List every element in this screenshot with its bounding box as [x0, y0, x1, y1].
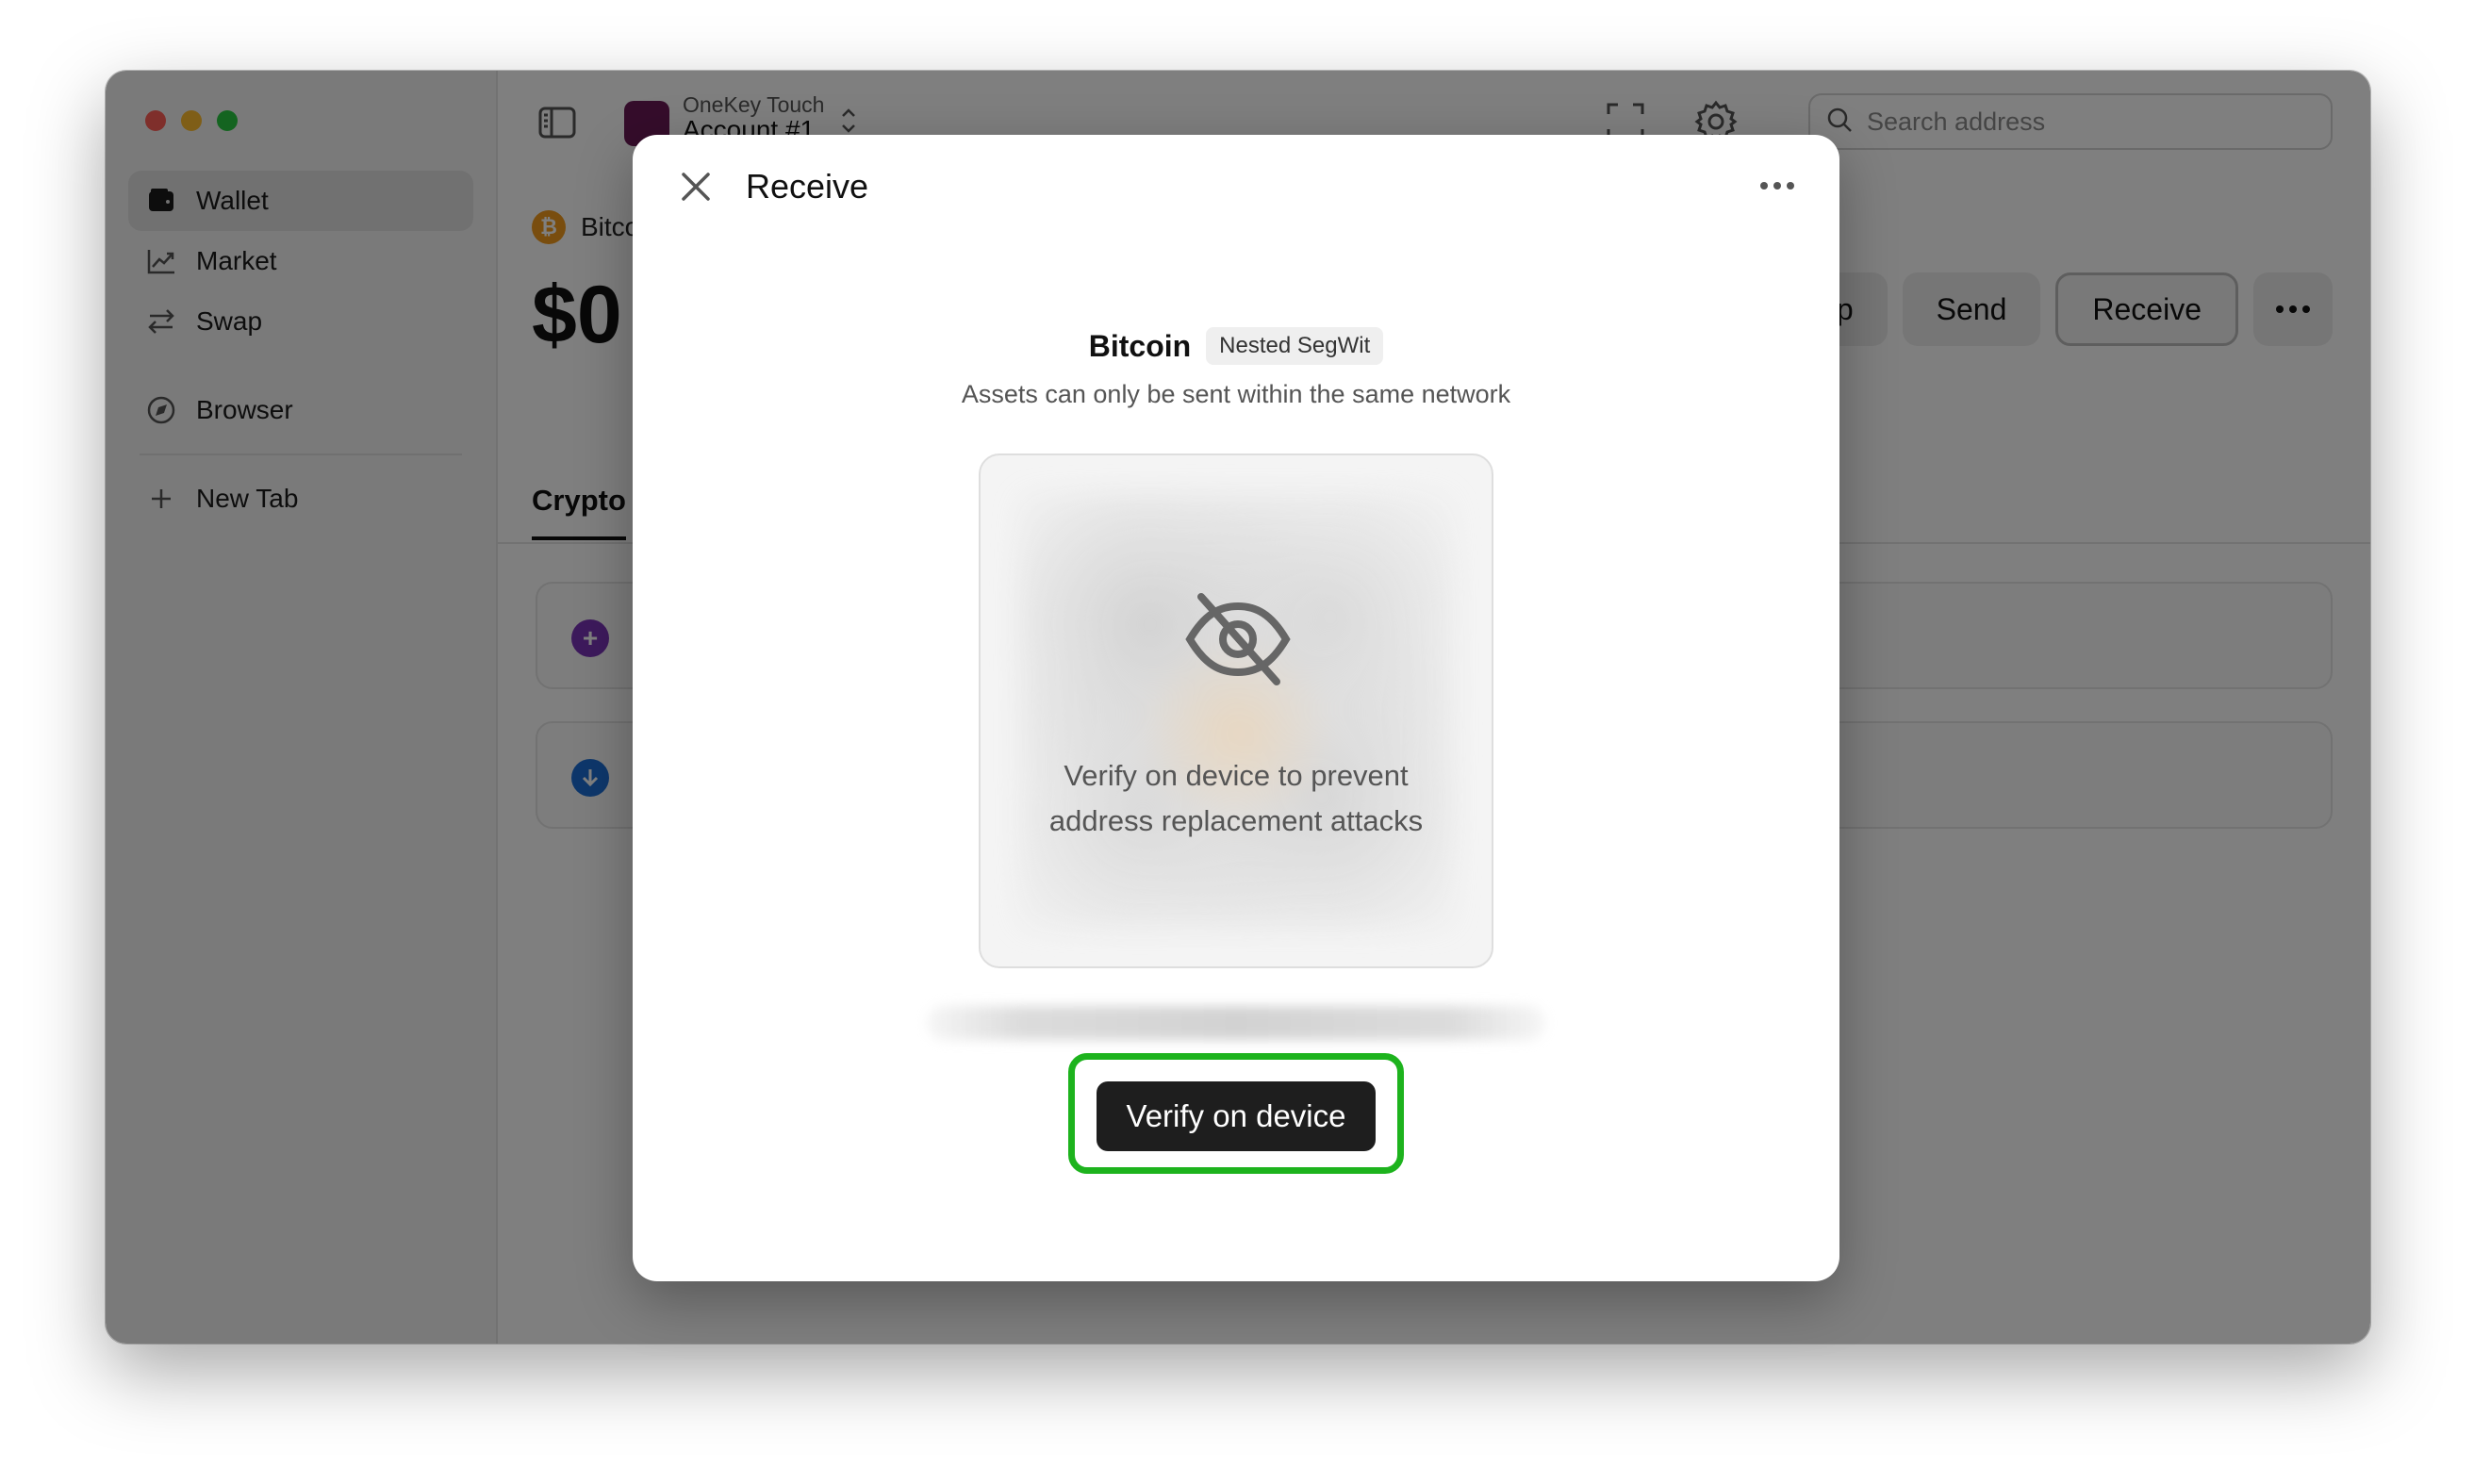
eye-off-icon — [1182, 584, 1294, 695]
verify-on-device-button[interactable]: Verify on device — [1097, 1081, 1376, 1151]
network-name: Bitcoin — [1088, 328, 1192, 363]
receive-modal: Receive Bitcoin Nested SegWit Assets can… — [633, 135, 1839, 1281]
network-note: Assets can only be sent within the same … — [961, 380, 1511, 408]
network-row: Bitcoin Nested SegWit — [633, 327, 1839, 365]
blurred-address — [927, 1006, 1545, 1040]
address-type-badge: Nested SegWit — [1206, 327, 1384, 365]
qr-code-placeholder: Verify on device to prevent address repl… — [979, 453, 1493, 968]
blurred-qr-code — [1018, 493, 1454, 929]
close-icon[interactable] — [674, 165, 717, 208]
qr-warning-message: Verify on device to prevent address repl… — [1048, 759, 1424, 837]
more-horizontal-icon[interactable] — [1753, 169, 1802, 203]
modal-title: Receive — [746, 167, 869, 206]
